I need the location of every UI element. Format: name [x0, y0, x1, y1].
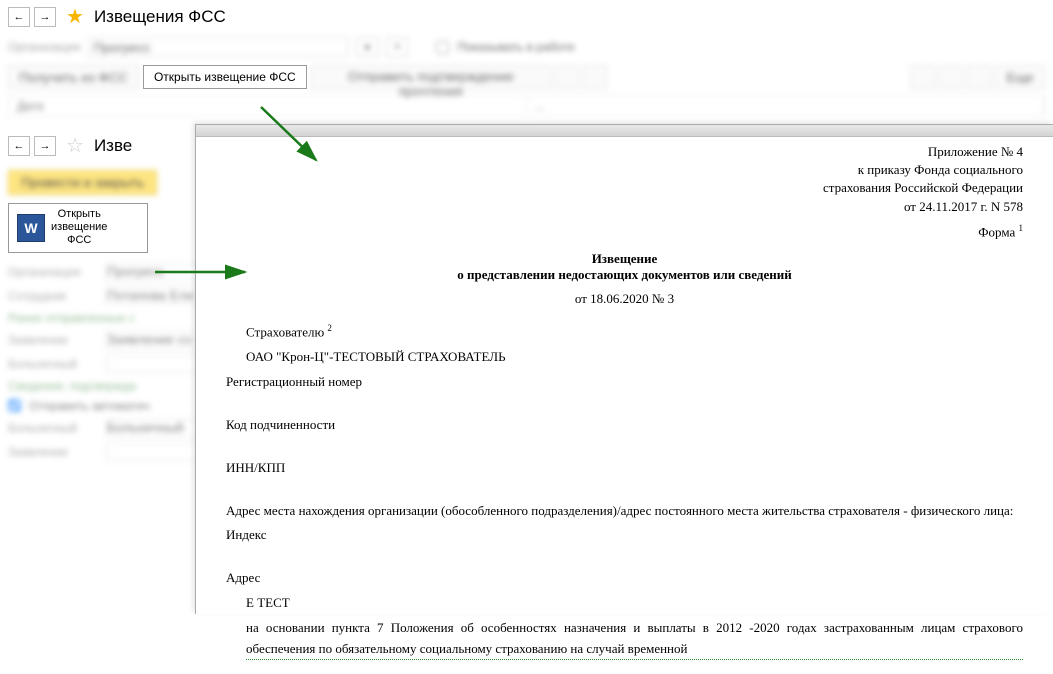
inn-kpp-label: ИНН/КПП	[226, 458, 1023, 479]
statement-label-2: Заявление	[8, 445, 98, 459]
table-header: Дата ...	[8, 95, 1045, 117]
section-confirming: Сведения, подтвержда	[8, 379, 136, 393]
document-preview-window: Приложение № 4 к приказу Фонда социально…	[195, 124, 1053, 614]
employee-label: Сотрудник	[8, 289, 98, 303]
col-other: ...	[527, 96, 1045, 116]
document-date-number: от 18.06.2020 № 3	[226, 291, 1023, 307]
address-2-label: Адрес	[226, 568, 1023, 589]
open-word-notice-button[interactable]: W Открыть извещение ФСС	[8, 203, 148, 253]
address-2-value: Е ТЕСТ	[246, 593, 1023, 614]
refresh-icon[interactable]	[967, 65, 991, 89]
auto-send-label: Отправить автоматич	[29, 399, 150, 413]
org-filter-input[interactable]	[88, 37, 348, 57]
address-label: Адрес места нахождения организации (обос…	[226, 501, 1023, 522]
document-subtitle: о представлении недостающих документов и…	[226, 267, 1023, 283]
reg-number-label: Регистрационный номер	[226, 372, 1023, 393]
toolbar-icon-1[interactable]	[555, 65, 579, 89]
more-button[interactable]: Еще	[995, 65, 1045, 89]
org-dropdown-button[interactable]: ▾	[356, 37, 378, 57]
receive-from-fss-button[interactable]: Получить из ФСС	[8, 65, 139, 89]
toolbar-icon-2[interactable]	[583, 65, 607, 89]
document-appendix-block: Приложение № 4 к приказу Фонда социально…	[226, 143, 1023, 241]
page-title: Извещения ФСС	[94, 7, 226, 27]
subordination-code-label: Код подчиненности	[226, 415, 1023, 436]
open-notice-fss-button[interactable]: Открыть извещение ФСС	[143, 65, 307, 89]
nav-back-button-2[interactable]: ←	[8, 136, 30, 156]
word-icon: W	[17, 214, 45, 242]
org-filter-label: Организация	[8, 40, 80, 54]
post-and-close-button[interactable]: Провести и закрыть	[8, 170, 157, 195]
insured-label: Страхователю	[246, 325, 324, 340]
nav-back-button[interactable]: ←	[8, 7, 30, 27]
favorite-star-outline-icon[interactable]: ☆	[66, 133, 84, 158]
favorite-star-icon[interactable]: ★	[66, 4, 84, 29]
show-in-work-label: Показывать в работе	[457, 40, 575, 54]
nav-forward-button[interactable]: →	[34, 7, 56, 27]
sick-leave-label-2: Больничный	[8, 421, 98, 435]
show-in-work-checkbox[interactable]	[436, 41, 449, 54]
sick-leave-label: Больничный	[8, 357, 98, 371]
insured-name: ОАО "Крон-Ц"-ТЕСТОВЫЙ СТРАХОВАТЕЛЬ	[246, 347, 1023, 368]
search-icon[interactable]	[911, 65, 935, 89]
print-icon[interactable]	[939, 65, 963, 89]
nav-forward-button-2[interactable]: →	[34, 136, 56, 156]
index-label: Индекс	[226, 525, 1023, 546]
auto-send-checkbox[interactable]	[8, 399, 21, 412]
send-confirmation-button[interactable]: Отправить подтверждение прочтения	[311, 65, 551, 89]
statement-label: Заявление	[8, 333, 98, 347]
document-title: Извещение	[226, 251, 1023, 267]
org-clear-button[interactable]: ×	[386, 37, 408, 57]
section-earlier-sent: Ранее отправленные с	[8, 311, 135, 325]
col-date: Дата	[9, 96, 527, 116]
document-basis-text: на основании пункта 7 Положения об особе…	[246, 618, 1023, 661]
org-label-2: Организация	[8, 265, 98, 279]
page-title-2: Изве	[94, 136, 132, 156]
document-titlebar[interactable]	[196, 125, 1053, 137]
word-button-label: Открыть извещение ФСС	[51, 208, 107, 248]
